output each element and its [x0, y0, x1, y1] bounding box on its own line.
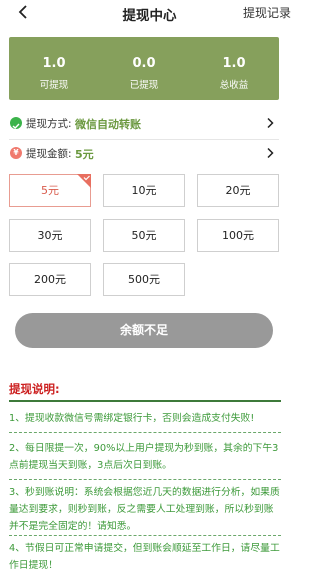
amount-option-label: 500元: [128, 273, 160, 286]
stat-available: 1.0 可提现: [9, 37, 99, 100]
chevron-right-icon: [267, 147, 274, 159]
stat-total-earnings: 1.0 总收益: [189, 37, 279, 100]
amount-option-200[interactable]: 200元: [9, 263, 91, 296]
withdraw-method-row[interactable]: 提现方式: 微信自动转账: [9, 113, 279, 135]
amount-option-label: 20元: [225, 184, 251, 197]
withdraw-amount-label: 提现金额:: [26, 148, 72, 160]
stat-value: 1.0: [222, 56, 246, 71]
amount-option-50[interactable]: 50元: [103, 219, 185, 252]
divider: [9, 139, 279, 140]
stat-label: 总收益: [219, 80, 249, 91]
amount-option-5[interactable]: 5元: [9, 174, 91, 207]
withdraw-amount-row[interactable]: ¥ 提现金额: 5元: [9, 143, 279, 165]
note-item-1: 1、提现收款微信号需绑定银行卡，否则会造成支付失败!: [9, 413, 255, 424]
amount-option-label: 50元: [131, 229, 157, 242]
amount-option-100[interactable]: 100元: [197, 219, 279, 252]
amount-option-label: 10元: [131, 184, 157, 197]
amount-option-10[interactable]: 10元: [103, 174, 185, 207]
amount-option-label: 200元: [34, 273, 66, 286]
notes-underline: [9, 400, 281, 402]
withdraw-records-link[interactable]: 提现记录: [243, 4, 291, 21]
note-item-4: 4、节假日可正常申请提交，但到账会顺延至工作日，请尽量工作日提现！: [9, 543, 280, 571]
withdraw-method-label: 提现方式:: [26, 118, 72, 130]
amount-option-label: 30元: [37, 229, 63, 242]
wechat-icon: [10, 117, 22, 129]
note-item-3: 3、秒到账说明：系统会根据您近几天的数据进行分析，如果质量达到要求，则秒到账，反…: [9, 487, 280, 532]
withdraw-method-value: 微信自动转账: [75, 118, 141, 131]
dashed-divider: [9, 479, 281, 480]
withdraw-amount-value: 5元: [75, 148, 94, 161]
notes-title: 提现说明:: [9, 382, 60, 396]
yen-icon: ¥: [10, 147, 22, 159]
amount-option-label: 5元: [41, 184, 59, 197]
withdraw-submit-button[interactable]: 余额不足: [15, 313, 273, 348]
stat-value: 1.0: [42, 56, 66, 71]
top-bar: 提现中心 提现记录: [0, 0, 299, 26]
amount-option-30[interactable]: 30元: [9, 219, 91, 252]
balance-summary-card: 1.0 可提现 0.0 已提现 1.0 总收益: [9, 37, 279, 100]
amount-option-20[interactable]: 20元: [197, 174, 279, 207]
chevron-right-icon: [267, 117, 274, 129]
note-item-2: 2、每日限提一次，90%以上用户提现为秒到账，其余的下午3点前提现当天到账，3点…: [9, 443, 279, 471]
dashed-divider: [9, 535, 281, 536]
amount-option-label: 100元: [222, 229, 254, 242]
selected-corner-icon: [77, 174, 91, 188]
dashed-divider: [9, 432, 281, 433]
stat-withdrawn: 0.0 已提现: [99, 37, 189, 100]
stat-value: 0.0: [132, 56, 156, 71]
amount-option-500[interactable]: 500元: [103, 263, 185, 296]
stat-label: 可提现: [39, 80, 69, 91]
stat-label: 已提现: [129, 80, 159, 91]
